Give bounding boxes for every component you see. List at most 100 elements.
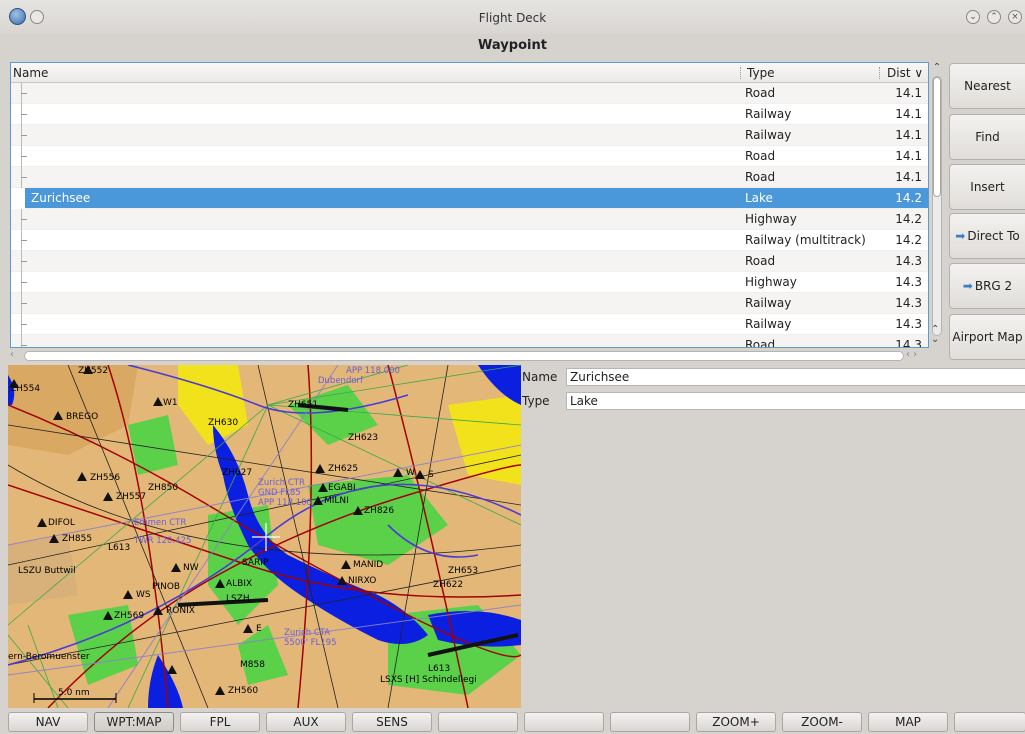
row-dist: 14.2 xyxy=(895,191,922,205)
map-label: L613 xyxy=(428,664,450,674)
map-label: ZH653 xyxy=(448,566,478,576)
insert-button-label: Insert xyxy=(970,180,1005,194)
nearest-button[interactable]: Nearest xyxy=(949,63,1025,109)
map-label: W1 xyxy=(163,398,178,408)
map-label: ZH557 xyxy=(116,492,146,502)
airport-map-button[interactable]: Airport Map xyxy=(949,314,1025,360)
nav-button[interactable]: NAV xyxy=(8,712,88,732)
column-header-type[interactable]: Type xyxy=(747,66,775,80)
map-label: ZH627 xyxy=(222,468,252,478)
map-airspace-label: APP 118.000 xyxy=(346,366,400,376)
direct-to-button[interactable]: ➡ Direct To xyxy=(949,213,1025,259)
list-item[interactable]: Railway 14.3 xyxy=(11,314,928,335)
map-label: ZH855 xyxy=(62,534,92,544)
row-type: Road xyxy=(745,170,776,184)
maximize-icon[interactable]: ⌃ xyxy=(987,10,1001,24)
aux-button[interactable]: AUX xyxy=(266,712,346,732)
column-header-dist[interactable]: Dist ∨ xyxy=(887,66,923,80)
hscroll-thumb[interactable] xyxy=(24,351,904,361)
map-button[interactable]: MAP xyxy=(868,712,948,732)
list-item[interactable]: Road 14.1 xyxy=(11,146,928,167)
waypoint-list[interactable]: Name Type Dist ∨ Road 14.1 Railway 14.1 Rail… xyxy=(10,62,929,348)
list-vertical-scrollbar[interactable]: ⌃ ⌃ ⌄ xyxy=(930,62,944,358)
list-item[interactable]: Road 14.3 xyxy=(11,251,928,272)
row-dist: 14.2 xyxy=(895,233,922,247)
list-item[interactable]: Railway 14.3 xyxy=(11,293,928,314)
map-label: LSZH xyxy=(226,594,250,604)
row-type: Road xyxy=(745,149,776,163)
arrow-right-icon: ➡ xyxy=(962,279,973,293)
row-dist: 14.3 xyxy=(895,296,922,310)
name-field[interactable]: Zurichsee xyxy=(566,368,1025,386)
list-item[interactable]: Road 14.1 xyxy=(11,83,928,104)
list-item[interactable]: Highway 14.2 xyxy=(11,209,928,230)
list-item[interactable]: Railway (multitrack) 14.2 xyxy=(11,230,928,251)
insert-button[interactable]: Insert xyxy=(949,164,1025,210)
blank-4-button[interactable] xyxy=(954,712,1025,732)
map-canvas: ZH552 ZH554 W1 BREGO ZH556 ZH557 ZH850 D… xyxy=(8,365,521,708)
map-label: BREGO xyxy=(66,412,98,422)
direct-to-label: Direct To xyxy=(967,229,1020,243)
window-titlebar: Flight Deck ⌄ ⌃ × xyxy=(0,0,1025,34)
scroll-thumb[interactable] xyxy=(933,77,941,197)
map-label: ZH651 xyxy=(288,400,318,410)
name-label: Name xyxy=(522,370,558,384)
find-button-label: Find xyxy=(975,130,1000,144)
map-label: NIRXO xyxy=(348,576,376,586)
page-title: Waypoint xyxy=(478,38,547,53)
row-type: Railway xyxy=(745,317,792,331)
wpt-map-button[interactable]: WPT:MAP xyxy=(94,712,174,732)
list-item[interactable]: Zurichsee Lake 14.2 xyxy=(25,188,928,209)
map-label: ZH623 xyxy=(348,433,378,443)
zoom-out-button[interactable]: ZOOM- xyxy=(782,712,862,732)
row-dist: 14.1 xyxy=(895,128,922,142)
row-dist: 14.3 xyxy=(895,254,922,268)
row-name: Zurichsee xyxy=(31,191,91,205)
row-type: Highway xyxy=(745,275,797,289)
close-icon[interactable]: × xyxy=(1008,10,1022,24)
list-horizontal-scrollbar[interactable]: ‹ ‹ › xyxy=(10,349,929,363)
row-type: Road xyxy=(745,86,776,100)
map-label: S xyxy=(428,470,434,480)
list-item[interactable]: Road 14.1 xyxy=(11,167,928,188)
fpl-button[interactable]: FPL xyxy=(180,712,260,732)
map-airspace-label: Emmen CTR xyxy=(134,518,186,528)
list-item[interactable]: Road 14.3 xyxy=(11,335,928,348)
map-label: ZH826 xyxy=(364,506,394,516)
scroll-up-icon[interactable]: ⌃ xyxy=(930,62,944,74)
list-item[interactable]: Railway 14.1 xyxy=(11,104,928,125)
map-label: SARIP xyxy=(242,558,269,568)
map-label: L613 xyxy=(108,543,130,553)
row-type: Highway xyxy=(745,212,797,226)
blank-2-button[interactable] xyxy=(524,712,604,732)
blank-3-button[interactable] xyxy=(610,712,690,732)
moving-map[interactable]: ZH552 ZH554 W1 BREGO ZH556 ZH557 ZH850 D… xyxy=(8,365,521,708)
row-dist: 14.3 xyxy=(895,338,922,348)
column-header-name[interactable]: Name xyxy=(13,66,48,80)
scroll-down-icon[interactable]: ⌄ xyxy=(931,334,939,346)
map-label: LSXS [H] Schindellegi xyxy=(380,675,477,685)
map-airspace-label: Zurich CTA xyxy=(284,628,330,638)
blank-1-button[interactable] xyxy=(438,712,518,732)
type-field[interactable]: Lake xyxy=(566,392,1025,410)
scroll-left-icon[interactable]: ‹ xyxy=(10,349,14,360)
map-label: ZH850 xyxy=(148,483,178,493)
list-item[interactable]: Highway 14.3 xyxy=(11,272,928,293)
find-button[interactable]: Find xyxy=(949,114,1025,160)
minimize-icon[interactable]: ⌄ xyxy=(966,10,980,24)
sens-button[interactable]: SENS xyxy=(352,712,432,732)
map-label: ZH630 xyxy=(208,418,238,428)
zoom-in-button[interactable]: ZOOM+ xyxy=(696,712,776,732)
row-dist: 14.1 xyxy=(895,86,922,100)
map-label: NW xyxy=(183,563,199,573)
map-label: E xyxy=(256,624,262,634)
map-airspace-label: GND FL85 xyxy=(258,488,301,498)
map-label: ZH622 xyxy=(433,580,463,590)
brg2-button[interactable]: ➡ BRG 2 xyxy=(949,263,1025,309)
list-item[interactable]: Railway 14.1 xyxy=(11,125,928,146)
type-label: Type xyxy=(522,394,550,408)
scroll-right-icon[interactable]: ‹ › xyxy=(906,349,917,360)
map-label: W xyxy=(406,468,415,478)
list-body: Road 14.1 Railway 14.1 Railway 14.1 Road 14.1 Ro… xyxy=(11,83,928,348)
map-label: ZH560 xyxy=(228,686,258,696)
